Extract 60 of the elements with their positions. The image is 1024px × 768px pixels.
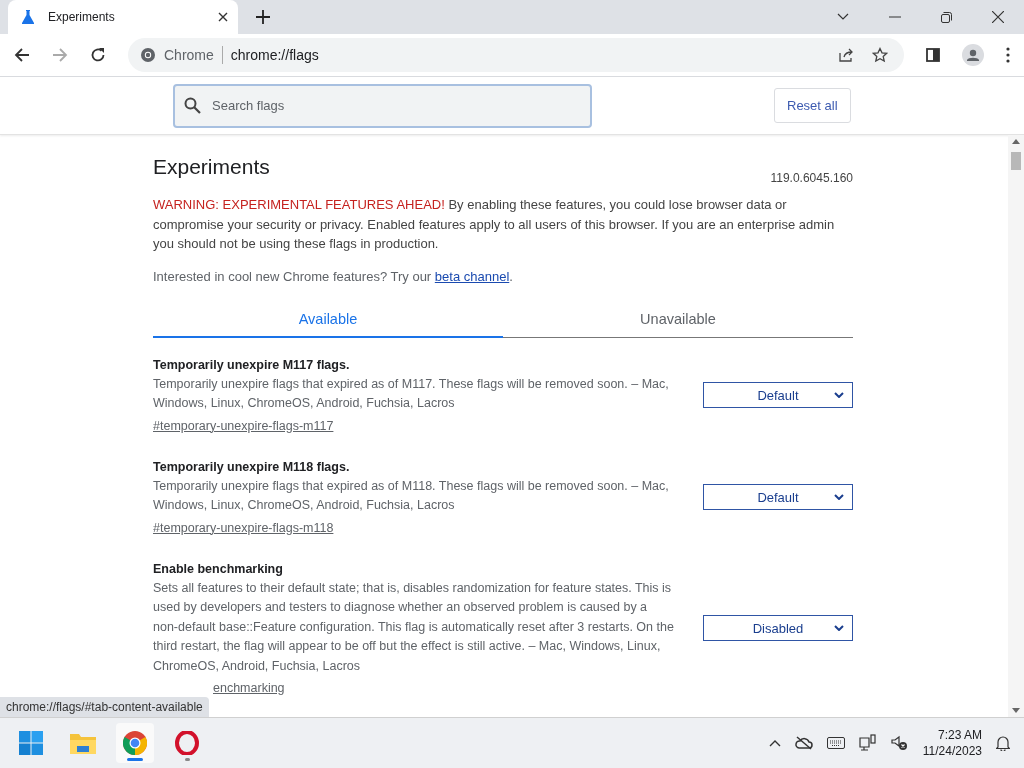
- opera-logo-icon: [175, 731, 199, 755]
- caret-icon: [834, 392, 844, 398]
- clock[interactable]: 7:23 AM 11/24/2023: [922, 727, 982, 759]
- flag-state-dropdown[interactable]: Default: [703, 382, 853, 408]
- speaker-muted-icon[interactable]: [890, 735, 909, 751]
- keyboard-icon[interactable]: [826, 737, 845, 749]
- close-icon[interactable]: [218, 12, 228, 22]
- taskbar-app[interactable]: [116, 723, 154, 763]
- flag-state-dropdown[interactable]: Disabled: [703, 615, 853, 642]
- windows-logo-icon: [19, 731, 43, 755]
- flag-name: Temporarily unexpire M118 flags.: [153, 459, 351, 474]
- address-bar[interactable]: Chrome chrome://flags: [128, 38, 904, 72]
- profile-avatar-icon[interactable]: [962, 44, 984, 66]
- scrollbar[interactable]: [1008, 135, 1024, 717]
- version-text: 119.0.6045.160: [770, 171, 853, 185]
- restore-icon[interactable]: [941, 11, 952, 23]
- cloud-off-icon[interactable]: [794, 736, 813, 750]
- chrome-logo-icon: [123, 731, 147, 755]
- url-text: chrome://flags: [230, 47, 319, 63]
- search-icon: [184, 96, 201, 114]
- date-text: 11/24/2023: [922, 743, 982, 759]
- network-icon[interactable]: [858, 734, 877, 752]
- status-bubble: chrome://flags/#tab-content-available: [0, 697, 209, 717]
- flag-description: Temporarily unexpire flags that expired as of M117. These flags will be removed soon. – Mac, Windows, Linux, ChromeOS, Android, Fuchsia, Lacros: [153, 375, 670, 412]
- close-icon[interactable]: [992, 11, 1004, 23]
- chrome-logo-icon: [140, 47, 156, 63]
- chevron-up-icon[interactable]: [768, 739, 781, 747]
- caret-icon: [834, 494, 844, 500]
- share-icon[interactable]: [838, 47, 854, 63]
- search-field[interactable]: Search flags: [173, 83, 592, 128]
- folder-icon: [70, 732, 96, 754]
- flag-link[interactable]: enchmarking: [153, 681, 675, 695]
- flask-icon: [22, 10, 34, 24]
- page-title: Experiments: [153, 155, 270, 179]
- scroll-up-icon[interactable]: [1012, 139, 1020, 144]
- warning-text: WARNING: EXPERIMENTAL FEATURES AHEAD! By enabling these features, you could lose browser data or compromise your security or privacy. Enabled features apply to all users of this browser. If you are an enterprise admin you should not be using these flags in production.: [153, 196, 836, 253]
- reload-icon[interactable]: [90, 47, 106, 63]
- new-tab-icon[interactable]: [256, 10, 270, 24]
- scroll-thumb[interactable]: [1011, 152, 1021, 170]
- chevron-down-icon[interactable]: [837, 13, 849, 21]
- time-text: 7:23 AM: [937, 727, 982, 743]
- caret-icon: [834, 625, 844, 632]
- menu-icon[interactable]: [1006, 47, 1010, 63]
- content-tab[interactable]: Available: [153, 303, 503, 338]
- browser-tab[interactable]: Experiments: [8, 0, 238, 34]
- flag-name: Temporarily unexpire M117 flags.: [153, 357, 351, 372]
- flag-link[interactable]: #temporary-unexpire-flags-m118: [153, 520, 675, 535]
- beta-channel-text: Interested in cool new Chrome features? Try our beta channel.: [153, 268, 514, 284]
- star-icon[interactable]: [872, 47, 888, 63]
- flag-link[interactable]: #temporary-unexpire-flags-m117: [153, 418, 675, 433]
- flag-description: Temporarily unexpire flags that expired as of M118. These flags will be removed soon. – Mac, Windows, Linux, ChromeOS, Android, Fuchsia, Lacros: [153, 477, 670, 514]
- reset-all-button[interactable]: Reset all: [774, 88, 851, 123]
- bell-icon[interactable]: [996, 735, 1010, 751]
- content-tab[interactable]: Unavailable: [503, 303, 853, 338]
- site-label: Chrome: [164, 47, 214, 63]
- side-panel-icon[interactable]: [926, 48, 940, 62]
- flag-name: Enable benchmarking: [153, 561, 284, 576]
- scroll-down-icon[interactable]: [1012, 708, 1020, 713]
- flag-state-dropdown[interactable]: Default: [703, 484, 853, 510]
- back-arrow-icon[interactable]: [14, 48, 30, 62]
